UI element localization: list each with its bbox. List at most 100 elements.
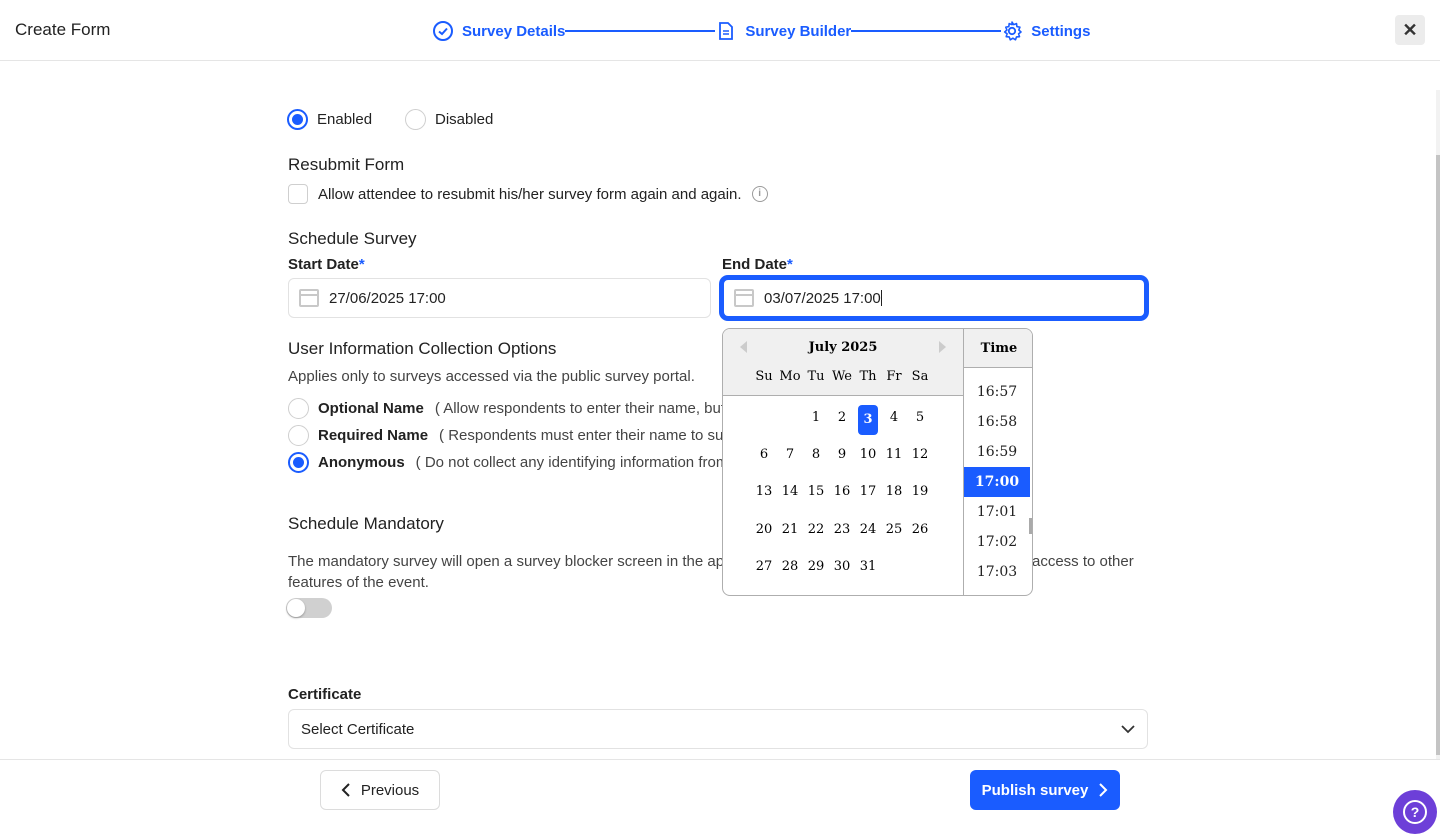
calendar-day[interactable]: 30 [829,554,855,580]
calendar-icon [299,289,319,307]
calendar-day-empty [881,554,907,580]
calendar-day[interactable]: 5 [907,405,933,431]
calendar-day[interactable]: 7 [777,442,803,468]
calendar-day[interactable]: 27 [751,554,777,580]
time-option[interactable]: 16:58 [964,407,1030,437]
check-circle-icon [433,21,453,41]
calendar-day[interactable]: 15 [803,479,829,505]
enabled-option[interactable]: Enabled [287,109,372,130]
calendar-day[interactable]: 28 [777,554,803,580]
calendar-week: 6 7 8 9 10 11 12 [751,442,933,468]
time-scrollbar[interactable] [1029,518,1032,534]
calendar-day[interactable]: 13 [751,479,777,505]
page-title: Create Form [15,20,111,39]
calendar-day[interactable]: 14 [777,479,803,505]
time-option[interactable]: 16:59 [964,437,1030,467]
end-date-value: 03/07/2025 17:00 [764,289,881,307]
disabled-radio[interactable] [405,109,426,130]
publish-survey-button[interactable]: Publish survey [970,770,1120,810]
calendar-day[interactable]: 12 [907,442,933,468]
option-optional-name[interactable]: Optional Name ( Allow respondents to ent… [288,398,725,419]
option-label: Anonymous [318,454,405,471]
calendar-day[interactable]: 26 [907,517,933,543]
disabled-label: Disabled [435,111,494,128]
time-header: Time [964,329,1032,368]
option-desc: ( Do not collect any identifying informa… [415,454,729,471]
help-button[interactable]: ? [1393,790,1437,834]
calendar-day[interactable]: 23 [829,517,855,543]
calendar-day[interactable]: 3 [858,405,878,435]
option-label: Optional Name [318,400,424,417]
disabled-option[interactable]: Disabled [405,109,493,130]
option-label: Required Name [318,427,429,444]
calendar-day[interactable]: 8 [803,442,829,468]
step-connector [851,30,1002,32]
mandatory-desc-line2: features of the event. [288,574,429,591]
calendar-day[interactable]: 25 [881,517,907,543]
time-option[interactable]: 17:01 [964,497,1030,527]
schedule-title: Schedule Survey [288,229,417,248]
calendar-day[interactable]: 17 [855,479,881,505]
time-option[interactable]: 17:00 [964,467,1030,497]
previous-label: Previous [360,781,420,799]
time-option[interactable]: 17:02 [964,527,1030,557]
calendar-panel: July 2025 Su Mo Tu We Th Fr Sa 123456789… [723,329,963,595]
end-date-input[interactable]: 03/07/2025 17:00 [722,278,1146,318]
stepper: Survey Details Survey Builder Settings [432,19,1090,43]
weekday-label: Sa [911,369,929,384]
calendar-day[interactable]: 6 [751,442,777,468]
info-icon[interactable]: i [751,186,768,202]
time-option[interactable]: 17:03 [964,557,1030,587]
calendar-day[interactable]: 18 [881,479,907,505]
weekday-label: Tu [807,369,825,384]
calendar-header: July 2025 Su Mo Tu We Th Fr Sa [723,329,963,396]
user-info-title: User Information Collection Options [288,339,557,358]
mandatory-desc-right: access to other [1032,553,1134,570]
required-name-radio[interactable] [288,425,309,446]
step-label: Survey Details [462,22,566,40]
step-survey-builder[interactable]: Survey Builder [715,20,851,42]
resubmit-checkbox[interactable] [288,184,308,204]
page-scrollbar[interactable] [1436,90,1440,759]
certificate-select[interactable]: Select Certificate [288,709,1148,749]
calendar-day[interactable]: 22 [803,517,829,543]
calendar-day[interactable]: 24 [855,517,881,543]
anonymous-radio[interactable] [288,452,309,473]
calendar-day[interactable]: 19 [907,479,933,505]
previous-button[interactable]: Previous [320,770,440,810]
option-desc: ( Respondents must enter their name to s… [439,427,732,444]
option-anonymous[interactable]: Anonymous ( Do not collect any identifyi… [288,452,728,473]
start-date-label: Start Date* [288,256,365,273]
top-bar: Create Form Survey Details Survey Builde… [0,0,1440,61]
calendar-day[interactable]: 20 [751,517,777,543]
option-required-name[interactable]: Required Name ( Respondents must enter t… [288,425,732,446]
enabled-radio[interactable] [287,109,308,130]
calendar-day[interactable]: 29 [803,554,829,580]
calendar-day[interactable]: 21 [777,517,803,543]
calendar-day[interactable]: 31 [855,554,881,580]
calendar-day[interactable]: 11 [881,442,907,468]
calendar-day[interactable]: 1 [803,405,829,431]
calendar-day[interactable]: 2 [829,405,855,431]
weekday-row: Su Mo Tu We Th Fr Sa [751,369,933,384]
mandatory-toggle[interactable] [286,598,332,618]
end-date-label: End Date* [722,256,793,273]
calendar-day[interactable]: 9 [829,442,855,468]
text-cursor [880,290,882,306]
calendar-day[interactable]: 4 [881,405,907,431]
calendar-day[interactable]: 10 [855,442,881,468]
close-button[interactable]: ✕ [1395,15,1425,45]
calendar-day-empty [751,405,777,431]
next-month-icon[interactable] [939,341,946,353]
publish-label: Publish survey [981,781,1089,799]
document-icon [719,22,734,40]
calendar-week: 12345 [751,405,933,435]
weekday-label: Fr [886,369,902,384]
optional-name-radio[interactable] [288,398,309,419]
close-icon: ✕ [1402,19,1418,40]
time-option[interactable]: 16:57 [964,377,1030,407]
start-date-input[interactable]: 27/06/2025 17:00 [288,278,711,318]
step-settings[interactable]: Settings [1001,20,1090,42]
step-survey-details[interactable]: Survey Details [432,20,565,42]
calendar-day[interactable]: 16 [829,479,855,505]
